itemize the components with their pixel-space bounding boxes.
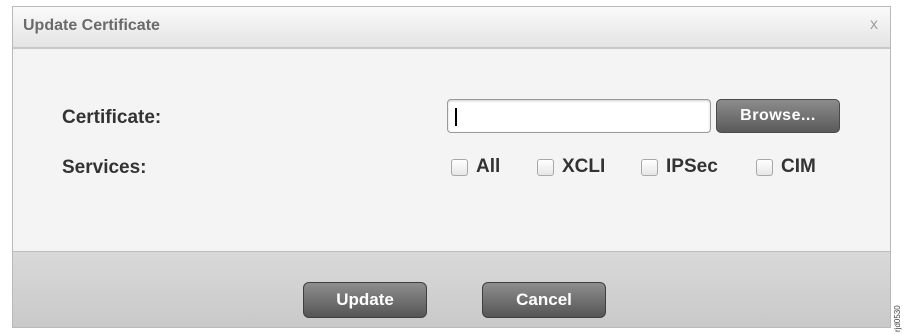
browse-button[interactable]: Browse...	[716, 99, 840, 133]
ipsec-checkbox[interactable]	[641, 158, 658, 176]
dialog-title: Update Certificate	[23, 17, 160, 34]
dialog-body: Certificate: Browse... Services: All XCL…	[13, 49, 890, 251]
cancel-button[interactable]: Cancel	[482, 282, 606, 318]
cim-label: CIM	[781, 156, 816, 177]
close-icon[interactable]: x	[870, 16, 878, 34]
certificate-label: Certificate:	[62, 107, 162, 128]
service-cim-option[interactable]: CIM	[756, 153, 816, 181]
all-checkbox[interactable]	[451, 158, 468, 176]
cim-checkbox[interactable]	[756, 158, 773, 176]
xcli-label: XCLI	[562, 156, 606, 177]
service-xcli-option[interactable]: XCLI	[537, 153, 605, 181]
update-certificate-dialog: Update Certificate x Certificate: Browse…	[12, 6, 891, 328]
dialog-title-bar: Update Certificate x	[13, 7, 890, 49]
update-button[interactable]: Update	[303, 282, 427, 318]
figure-id-label: rjd0530	[893, 305, 902, 332]
xcli-checkbox[interactable]	[537, 158, 554, 176]
dialog-footer: Update Cancel	[13, 251, 890, 327]
text-caret	[455, 108, 457, 126]
services-label: Services:	[62, 157, 147, 178]
ipsec-label: IPSec	[666, 156, 718, 177]
service-all-option[interactable]: All	[451, 153, 500, 181]
all-label: All	[476, 156, 501, 177]
service-ipsec-option[interactable]: IPSec	[641, 153, 718, 181]
certificate-input[interactable]	[447, 99, 711, 133]
